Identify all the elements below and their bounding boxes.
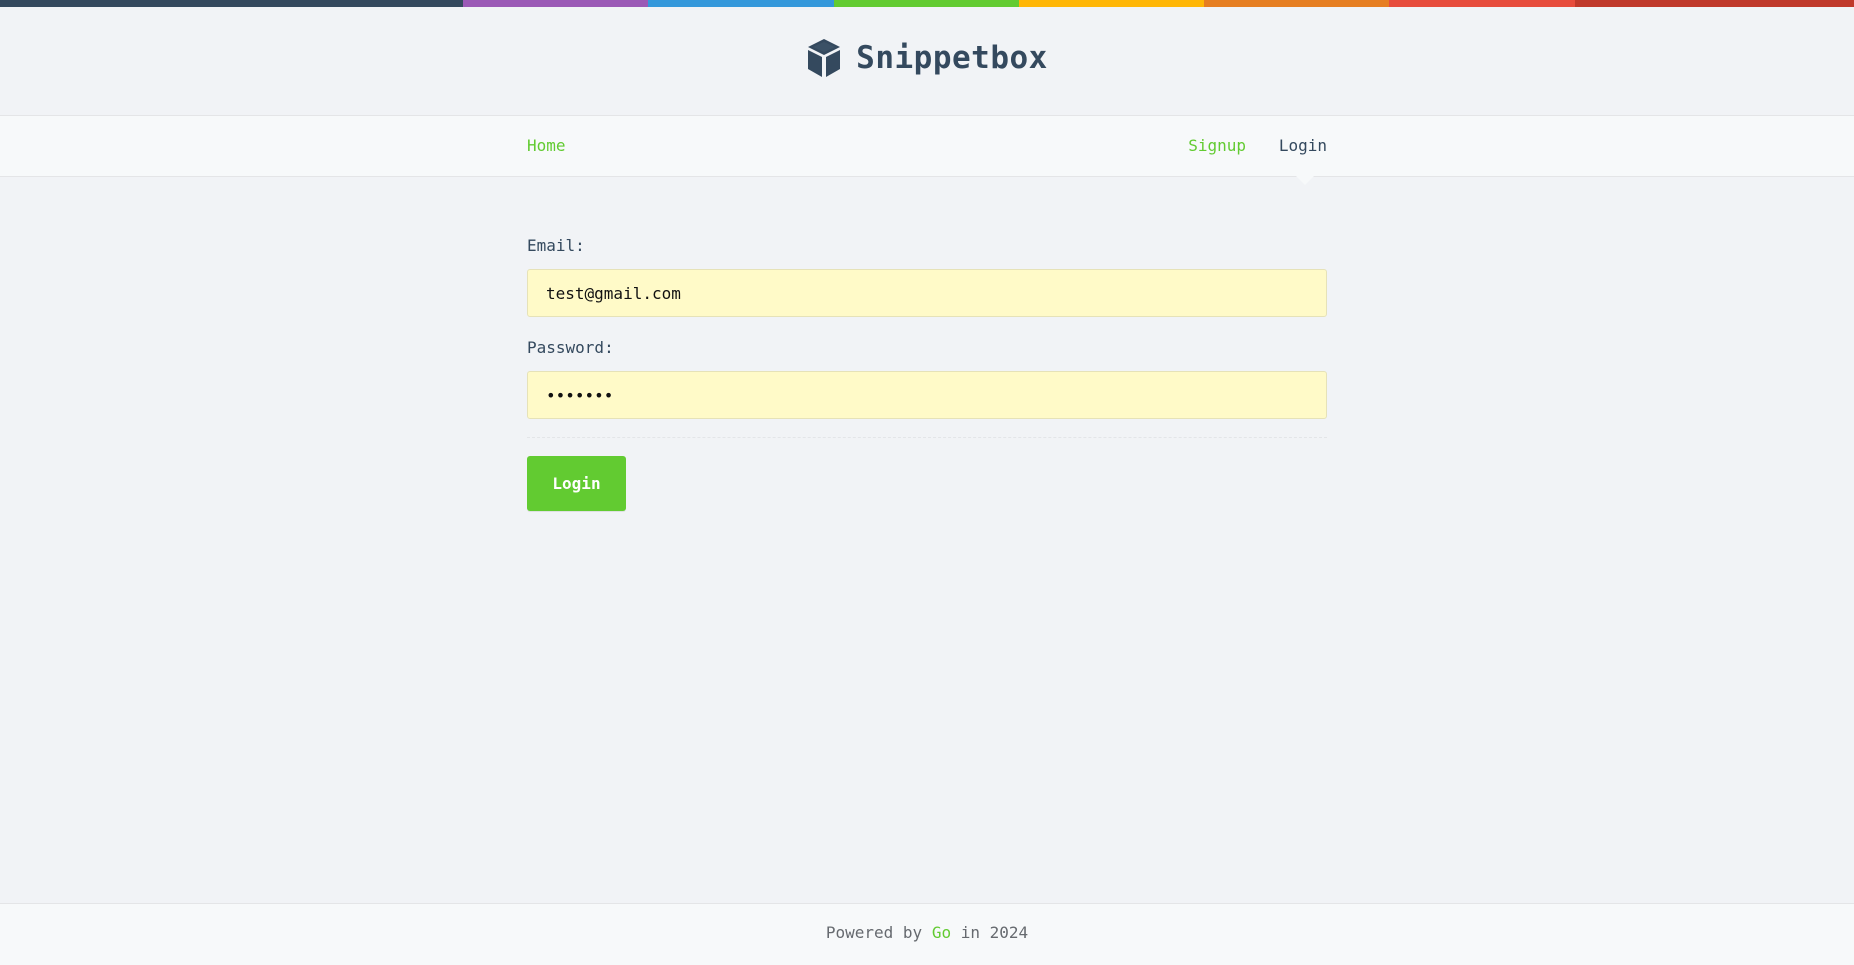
footer-prefix: Powered by xyxy=(825,923,923,942)
top-color-stripe xyxy=(0,0,1854,7)
brand-home-link[interactable]: Snippetbox xyxy=(806,38,1048,78)
active-nav-caret xyxy=(1296,176,1314,185)
stripe-segment xyxy=(648,0,834,7)
brand-name: Snippetbox xyxy=(856,39,1048,76)
stripe-segment xyxy=(1575,0,1854,7)
footer-suffix: in 2024 xyxy=(960,923,1029,942)
nav-home-link[interactable]: Home xyxy=(527,137,566,155)
stripe-segment xyxy=(1204,0,1389,7)
login-button[interactable]: Login xyxy=(527,456,626,511)
nav-inner: Home Signup Login xyxy=(527,116,1327,176)
stripe-segment xyxy=(463,0,648,7)
nav-login-link[interactable]: Login xyxy=(1279,137,1327,155)
email-label: Email: xyxy=(527,236,585,255)
password-field[interactable] xyxy=(527,371,1327,419)
go-link[interactable]: Go xyxy=(932,923,951,942)
nav-signup-link[interactable]: Signup xyxy=(1188,137,1246,155)
cube-icon xyxy=(808,38,841,77)
email-field[interactable] xyxy=(527,269,1327,317)
stripe-segment xyxy=(1389,0,1575,7)
stripe-segment xyxy=(834,0,1019,7)
password-label: Password: xyxy=(527,338,614,357)
stripe-segment xyxy=(0,0,463,7)
site-footer: Powered by Go in 2024 xyxy=(0,903,1854,965)
site-header: Snippetbox xyxy=(0,7,1854,116)
main-nav: Home Signup Login xyxy=(0,116,1854,177)
stripe-segment xyxy=(1019,0,1204,7)
form-divider xyxy=(527,437,1327,438)
